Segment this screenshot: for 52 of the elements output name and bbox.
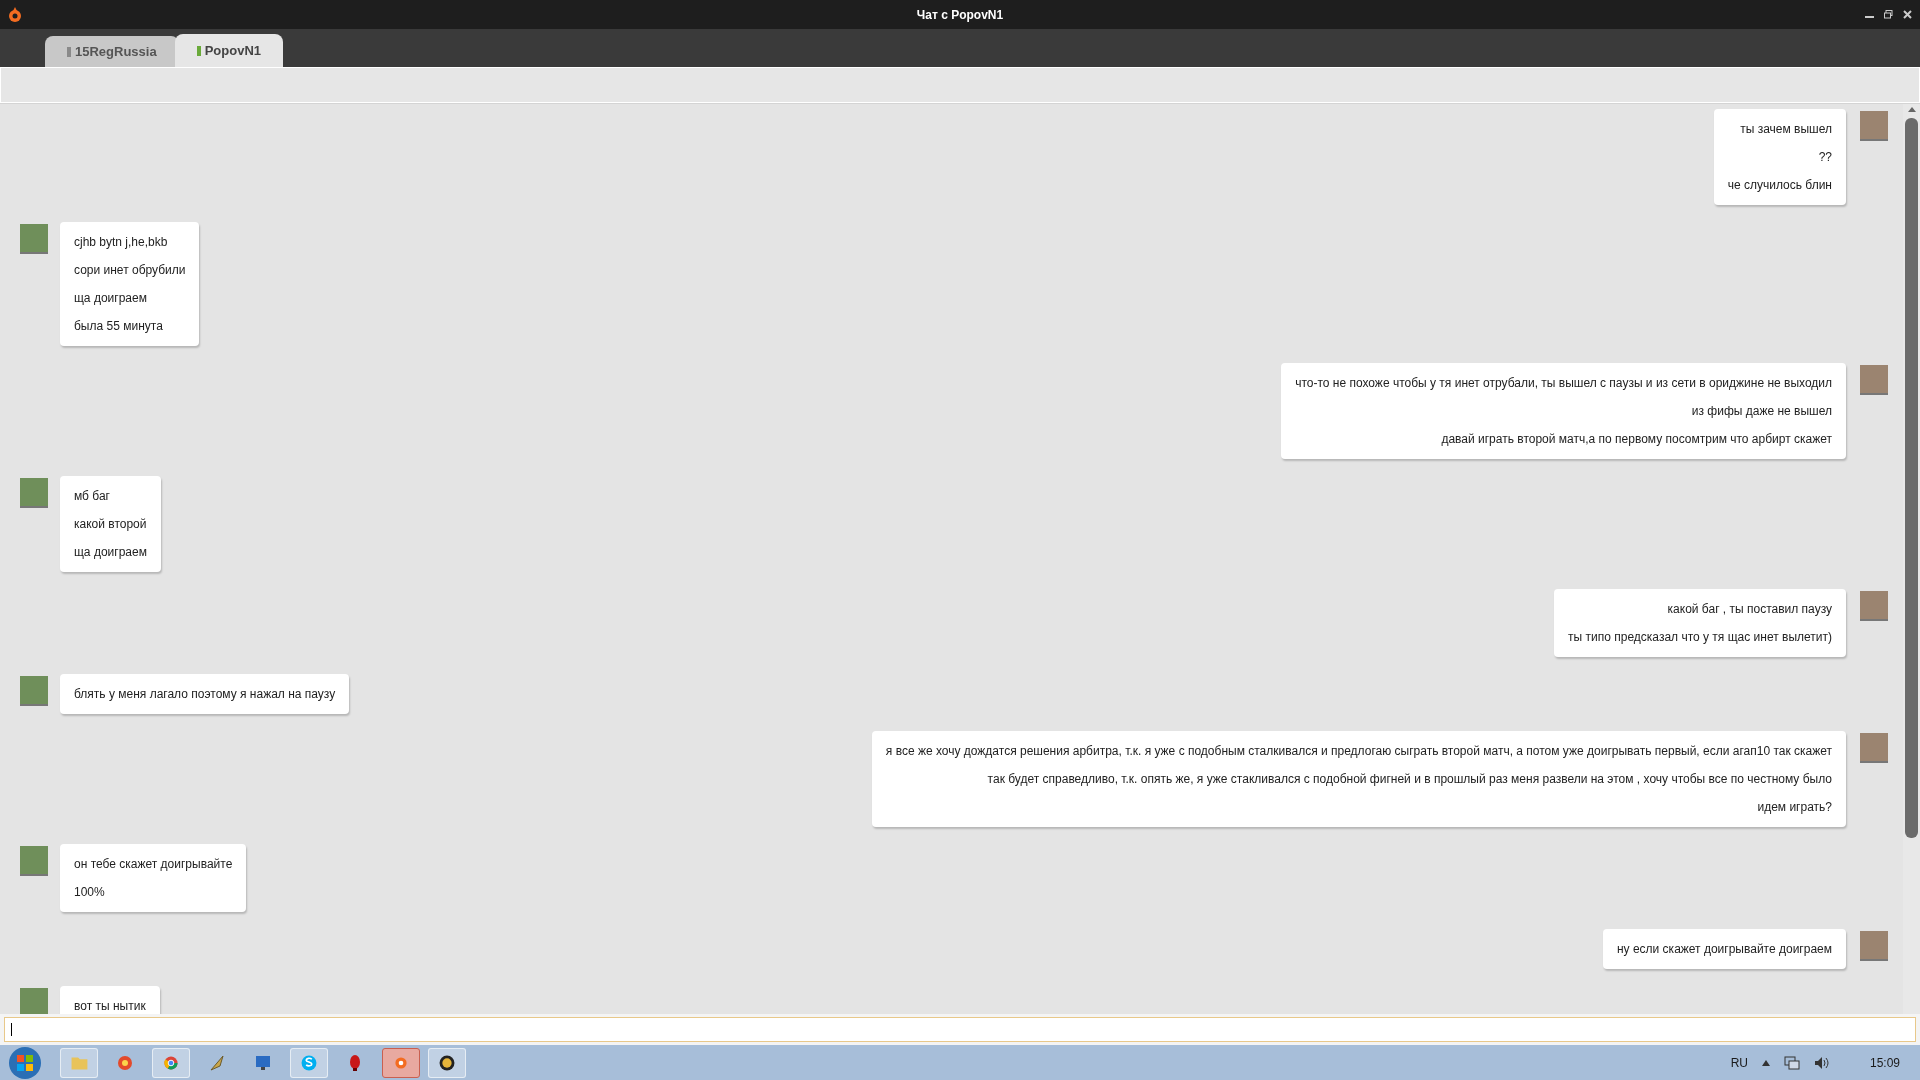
message-text: ща доиграем — [74, 544, 147, 561]
message-input[interactable] — [4, 1017, 1916, 1042]
message-text: идем играть? — [1757, 799, 1832, 816]
message-text: ща доиграем — [74, 290, 147, 307]
message-text: была 55 минута — [74, 318, 163, 335]
chat-tab[interactable]: PopovN1 — [174, 34, 283, 67]
message-text: мб баг — [74, 488, 110, 505]
scrollbar-thumb[interactable] — [1905, 118, 1918, 838]
message-text: ?? — [1818, 149, 1832, 166]
avatar-photo-placeholder — [20, 988, 48, 1014]
browser-icon[interactable] — [152, 1047, 190, 1078]
message-text: он тебе скажет доигрывайте — [74, 856, 233, 873]
message-text: вот ты нытик — [74, 998, 146, 1014]
close-icon[interactable] — [1903, 10, 1912, 19]
message-text: 100% — [74, 884, 105, 901]
window-title: Чат с PopovN1 — [916, 6, 1004, 24]
app-logo-icon — [8, 6, 22, 23]
avatar-photo-placeholder — [1860, 111, 1888, 141]
scroll-up-icon[interactable] — [1907, 106, 1916, 114]
app-logo-icon[interactable] — [382, 1047, 420, 1078]
message-text: так будет справедливо, т.к. опять же, я уже стакливался с подобной фигней и в прошлый раз меня развели на этом , хочу чтобы все по честному было — [987, 771, 1832, 788]
speaker-icon[interactable] — [1813, 1055, 1830, 1070]
avatar-photo-placeholder — [1860, 931, 1888, 961]
restore-icon[interactable] — [1884, 10, 1893, 19]
message-text: давай играть второй матч,а по первому посомтрим что арбирт скажет — [1441, 431, 1832, 448]
message-text: ну если скажет доигрывайте доиграем — [1616, 941, 1832, 958]
message-text: я все же хочу дождатся решения арбитра, т.к. я уже с подобным сталкивался и предлогаю сыграть второй матч, а потом уже доигрывать первый, если агап10 так скажет — [885, 743, 1832, 760]
network-icon[interactable] — [1783, 1055, 1800, 1070]
avatar-photo-placeholder — [20, 224, 48, 254]
message-text: из фифы даже не вышел — [1691, 403, 1832, 420]
language-indicator[interactable]: RU — [1730, 1053, 1748, 1072]
round-badge-icon[interactable] — [428, 1047, 466, 1078]
avatar-photo-placeholder — [20, 676, 48, 706]
message-text: какой второй — [74, 516, 147, 533]
avatar-photo-placeholder — [1860, 733, 1888, 763]
message-text: че случилось блин — [1727, 177, 1832, 194]
avatar-photo-placeholder — [1860, 591, 1888, 621]
message-text: cjhb bytn j,he,bkb — [74, 234, 168, 251]
message-text: что-то не похоже чтобы у тя инет отрубали, ты вышел с паузы и из сети в ориджине не выходил — [1295, 375, 1832, 392]
message-text: какой баг , ты поставил паузу — [1667, 601, 1832, 618]
scrollbar[interactable] — [1903, 104, 1920, 1014]
clock[interactable]: 15:09 — [1869, 1053, 1900, 1072]
avatar-photo-placeholder — [1860, 365, 1888, 395]
avatar-photo-placeholder — [20, 478, 48, 508]
message-text: ты типо предсказал что у тя щас инет вылетит) — [1568, 629, 1832, 646]
avatar-photo-placeholder — [20, 846, 48, 876]
start-button-icon[interactable] — [8, 1045, 42, 1080]
message-text: сори инет обрубили — [74, 262, 186, 279]
message-text: ты зачем вышел — [1740, 121, 1832, 138]
chat-s-icon[interactable] — [290, 1047, 328, 1078]
message-text: блять у меня лагало поэтому я нажал на паузу — [74, 686, 336, 703]
tray-arrow-icon[interactable] — [1761, 1059, 1770, 1066]
